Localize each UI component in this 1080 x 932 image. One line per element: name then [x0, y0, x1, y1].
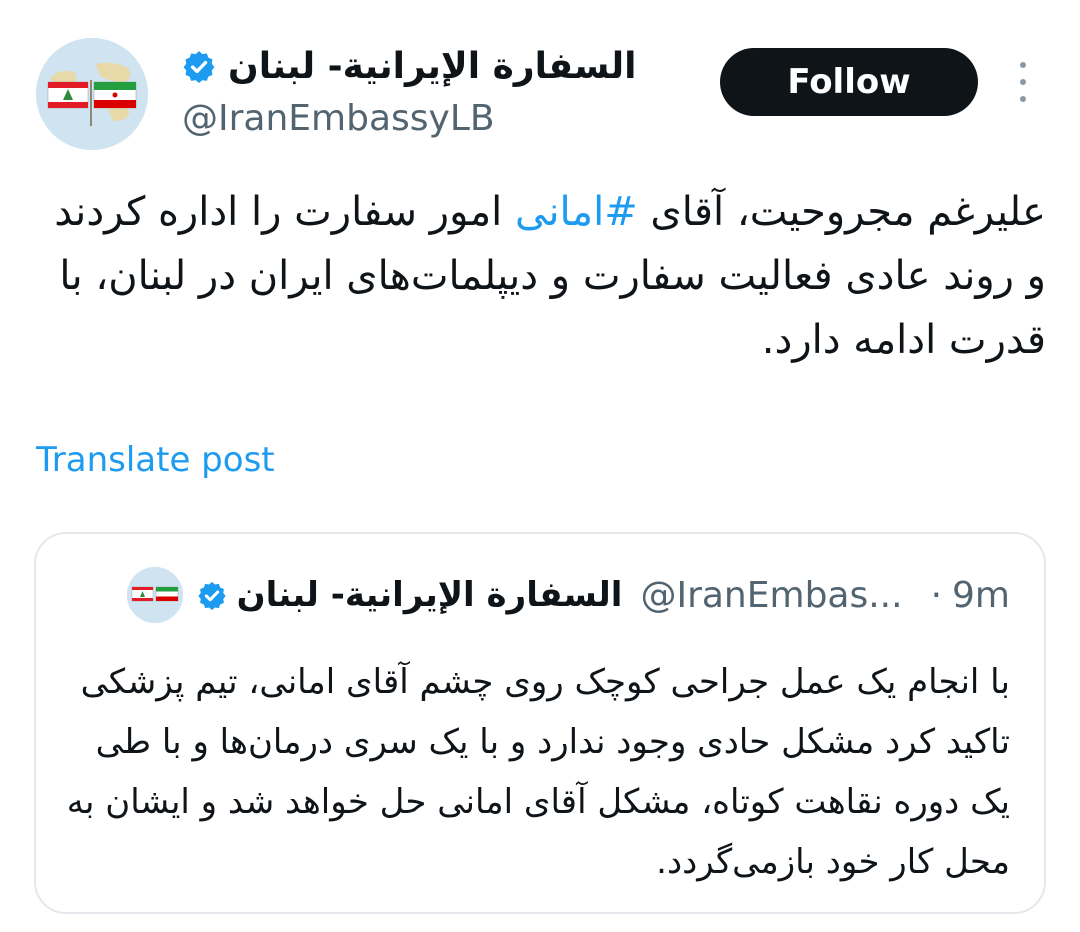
- quoted-separator: ·: [930, 574, 943, 616]
- quoted-post-card[interactable]: السفارة الإيرانية- لبنان @IranEmbas... ·…: [34, 532, 1046, 914]
- hashtag-link[interactable]: #امانی: [515, 189, 638, 235]
- author-avatar[interactable]: [36, 38, 148, 150]
- quoted-author-handle: @IranEmbas...: [640, 574, 903, 616]
- more-dot: [1020, 79, 1026, 85]
- more-dot: [1020, 62, 1026, 68]
- quoted-author-name: السفارة الإيرانية- لبنان: [236, 575, 623, 615]
- post-text-before: علیرغم مجروحیت، آقای: [637, 189, 1046, 235]
- follow-button[interactable]: Follow: [720, 48, 978, 116]
- embassy-flags-avatar-icon: [126, 567, 183, 623]
- quoted-post-header: السفارة الإيرانية- لبنان @IranEmbas... ·…: [126, 562, 1010, 628]
- quoted-timestamp: 9m: [952, 574, 1010, 616]
- post-text: علیرغم مجروحیت، آقای #امانی امور سفارت ر…: [36, 180, 1046, 372]
- author-name-row[interactable]: السفارة الإيرانية- لبنان: [182, 40, 637, 92]
- embassy-flags-avatar-icon: [36, 38, 148, 150]
- translate-post-link[interactable]: Translate post: [36, 440, 275, 480]
- more-vertical-icon[interactable]: [1008, 62, 1038, 102]
- more-dot: [1020, 96, 1026, 102]
- author-display-name[interactable]: السفارة الإيرانية- لبنان: [228, 46, 637, 87]
- quoted-author-avatar: [126, 567, 183, 623]
- verified-badge-icon: [198, 581, 226, 610]
- author-handle[interactable]: @IranEmbassyLB: [182, 98, 495, 139]
- verified-badge-icon: [183, 51, 215, 83]
- quoted-post-text: با انجام یک عمل جراحی کوچک روی چشم آقای …: [66, 662, 1010, 882]
